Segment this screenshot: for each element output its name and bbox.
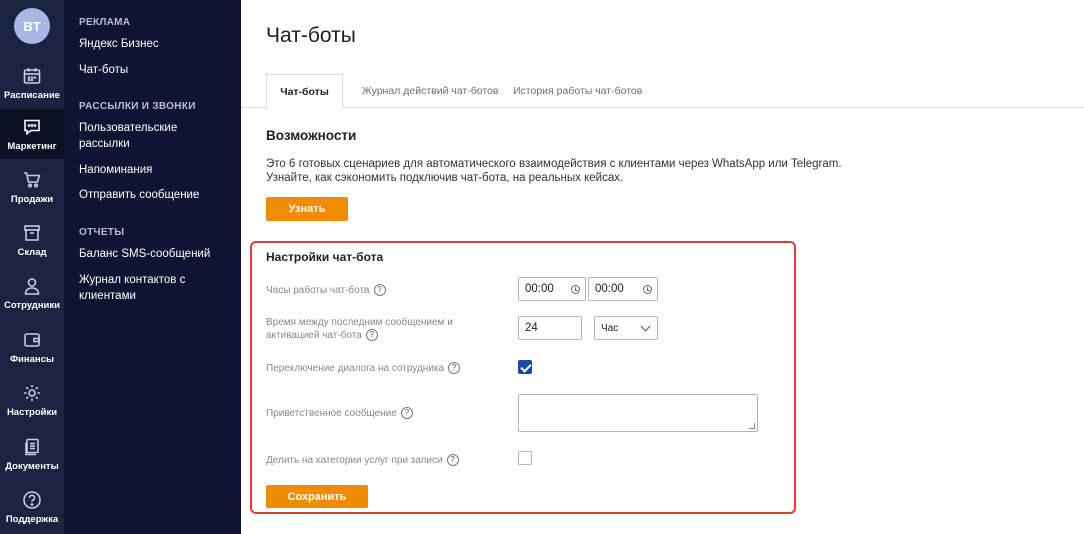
- categories-label: Делить на категории услуг при записи: [266, 455, 443, 466]
- box-icon: [24, 225, 40, 241]
- rail-item-settings[interactable]: Настройки: [0, 375, 64, 425]
- hours-to-input[interactable]: 00:00: [588, 277, 658, 301]
- nav-link-send-message[interactable]: Отправить сообщение: [79, 187, 229, 203]
- hours-from-value: 00:00: [525, 283, 554, 295]
- help-icon[interactable]: ?: [448, 362, 461, 375]
- rail-label: Настройки: [6, 407, 58, 418]
- learn-more-button[interactable]: Узнать: [266, 197, 348, 221]
- help-icon[interactable]: ?: [446, 454, 459, 467]
- switch-checkbox[interactable]: [518, 360, 532, 374]
- clock-icon: [571, 285, 580, 294]
- greeting-label-row: Приветственное сообщение?: [266, 407, 413, 420]
- settings-heading: Настройки чат-бота: [266, 250, 384, 264]
- rail-item-sales[interactable]: Продажи: [0, 162, 64, 212]
- icon-rail: BT Расписание Маркетинг Продажи Склад Со…: [0, 0, 64, 534]
- tab-bar: Чат-боты Журнал действий чат-ботов Истор…: [241, 74, 1084, 109]
- help-icon[interactable]: ?: [365, 329, 378, 342]
- rail-item-support[interactable]: Поддержка: [0, 482, 64, 532]
- nav-link-sms-balance[interactable]: Баланс SMS-сообщений: [79, 246, 229, 262]
- hours-label-row: Часы работы чат-бота?: [266, 284, 386, 297]
- greeting-textarea[interactable]: [518, 394, 758, 432]
- rail-label: Маркетинг: [7, 141, 57, 152]
- delay-label-line-1: Время между последним сообщением и: [266, 317, 453, 328]
- hours-to-value: 00:00: [595, 283, 624, 295]
- chevron-down-icon: [640, 321, 651, 332]
- nav-link-contact-log[interactable]: Журнал контактов с клиентами: [79, 272, 229, 304]
- rail-label: Документы: [5, 461, 59, 472]
- delay-unit-select[interactable]: Час: [594, 316, 658, 340]
- delay-value: 24: [525, 322, 538, 334]
- nav-link-chatbots[interactable]: Чат-боты: [79, 62, 229, 78]
- delay-value-input[interactable]: 24: [518, 316, 582, 340]
- delay-unit-value: Час: [601, 322, 619, 334]
- features-line-2: Узнайте, как сэкономить подключив чат-бо…: [266, 172, 624, 184]
- help-icon[interactable]: ?: [400, 407, 413, 420]
- tab-work-history[interactable]: История работы чат-ботов: [513, 74, 642, 108]
- rail-item-employees[interactable]: Сотрудники: [0, 268, 64, 318]
- page-title: Чат-боты: [266, 24, 356, 47]
- features-line-1: Это 6 готовых сценариев для автоматическ…: [266, 158, 842, 170]
- hours-label: Часы работы чат-бота: [266, 285, 370, 296]
- tab-actions-log[interactable]: Журнал действий чат-ботов: [362, 74, 498, 108]
- categories-label-row: Делить на категории услуг при записи?: [266, 454, 459, 467]
- resize-handle-icon[interactable]: [749, 423, 755, 429]
- nav-link-reminders[interactable]: Напоминания: [79, 162, 229, 178]
- wallet-icon: [24, 333, 40, 347]
- greeting-label: Приветственное сообщение: [266, 408, 397, 419]
- gear-icon: [24, 385, 40, 401]
- tab-chatbots[interactable]: Чат-боты: [266, 74, 343, 109]
- rail-item-documents[interactable]: Документы: [0, 429, 64, 479]
- hours-from-input[interactable]: 00:00: [518, 277, 586, 301]
- rail-label: Расписание: [4, 90, 60, 101]
- rail-item-finance[interactable]: Финансы: [0, 322, 64, 372]
- features-description: Это 6 готовых сценариев для автоматическ…: [266, 157, 866, 185]
- main-content: Чат-боты Чат-боты Журнал действий чат-бо…: [241, 0, 1084, 534]
- rail-label: Склад: [17, 247, 47, 258]
- delay-label-line-2: активацией чат-бота: [266, 330, 362, 341]
- section-title-reports: ОТЧЕТЫ: [79, 227, 125, 238]
- calendar-icon: [23, 68, 41, 84]
- marketing-subnav: РЕКЛАМА Яндекс Бизнес Чат-боты РАССЫЛКИ …: [64, 0, 241, 534]
- delay-label-row: Время между последним сообщением и актив…: [266, 316, 453, 342]
- rail-label: Продажи: [10, 194, 54, 205]
- rail-label: Сотрудники: [3, 300, 60, 311]
- section-title-ads: РЕКЛАМА: [79, 17, 131, 28]
- clock-icon: [643, 285, 652, 294]
- documents-icon: [25, 438, 39, 456]
- categories-checkbox[interactable]: [518, 451, 532, 465]
- rail-label: Поддержка: [5, 514, 59, 525]
- save-button[interactable]: Сохранить: [266, 485, 368, 508]
- person-icon: [24, 278, 40, 295]
- nav-link-yandex-business[interactable]: Яндекс Бизнес: [79, 36, 229, 52]
- cart-icon: [24, 172, 41, 188]
- avatar[interactable]: BT: [14, 8, 50, 44]
- rail-label: Финансы: [9, 354, 55, 365]
- rail-item-warehouse[interactable]: Склад: [0, 215, 64, 265]
- rail-item-marketing[interactable]: Маркетинг: [0, 109, 64, 159]
- rail-item-schedule[interactable]: Расписание: [0, 58, 64, 108]
- app-window: BT Расписание Маркетинг Продажи Склад Со…: [0, 0, 1084, 534]
- switch-label: Переключение диалога на сотрудника: [266, 363, 445, 374]
- switch-label-row: Переключение диалога на сотрудника?: [266, 362, 461, 375]
- help-icon: [23, 491, 41, 509]
- features-heading: Возможности: [266, 128, 357, 143]
- nav-link-custom-mailings[interactable]: Пользовательские рассылки: [79, 120, 229, 152]
- message-icon: [24, 119, 40, 136]
- section-title-mailings: РАССЫЛКИ И ЗВОНКИ: [79, 101, 196, 112]
- help-icon[interactable]: ?: [373, 284, 386, 297]
